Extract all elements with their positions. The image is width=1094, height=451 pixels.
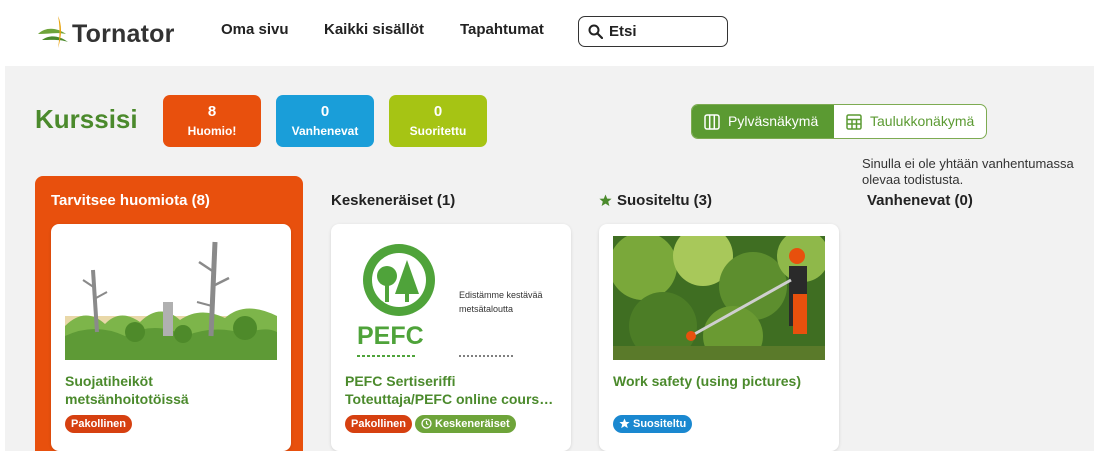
column-title-recommended: Suositeltu (3) [617,192,713,209]
forest-illustration [65,236,277,360]
top-header: Tornator Oma sivu Kaikki sisällöt Tapaht… [0,0,1094,66]
columns-icon [704,114,720,130]
empty-state-text: Sinulla ei ole yhtään vanhentumassa olev… [862,156,1092,188]
view-toggle: Pylväsnäkymä Taulukkonäkymä [691,104,987,139]
column-view-button[interactable]: Pylväsnäkymä [692,105,834,138]
card-title-line1: PEFC Sertiseriffi [345,373,456,389]
stat-huomio-label: Huomio! [187,124,237,138]
stat-huomio[interactable]: 8 Huomio! [163,95,261,147]
stat-suoritettu-label: Suoritettu [409,124,467,138]
star-icon [599,194,612,206]
logo-text: Tornator [72,20,175,48]
stat-suoritettu[interactable]: 0 Suoritettu [389,95,487,147]
stat-vanhenevat[interactable]: 0 Vanhenevat [276,95,374,147]
nav-kaikki-sisallot[interactable]: Kaikki sisällöt [324,21,424,38]
search-box[interactable] [578,16,728,47]
pefc-logo-text: PEFC [357,322,424,350]
badge-mandatory: Pakollinen [65,415,133,433]
badge-recommended-label: Suositeltu [633,418,687,430]
empty-state-line2: olevaa todistusta. [862,172,964,187]
course-card[interactable]: PEFC Edistämme kestävää metsätaloutta PE… [331,224,571,451]
pefc-logo-image: PEFC Edistämme kestävää metsätaloutta [345,236,557,360]
badge-recommended: Suositeltu [613,415,693,433]
card-title-line2: metsänhoitotöissä [65,391,189,407]
page-title: Kurssisi [35,104,138,134]
leaf-logo-icon [38,16,68,48]
column-view-label: Pylväsnäkymä [728,113,819,129]
tornator-logo[interactable]: Tornator [36,12,196,52]
badge-in-progress-label: Keskeneräiset [435,418,510,430]
card-title-line2: Toteuttaja/PEFC online cours… [345,391,554,407]
course-card[interactable]: Work safety (using pictures) Suositeltu [599,224,839,451]
stat-suoritettu-value: 0 [433,103,443,120]
search-input[interactable] [609,21,721,42]
star-icon [619,418,630,429]
column-title: Tarvitsee huomiota (8) [51,192,210,209]
empty-state-line1: Sinulla ei ole yhtään vanhentumassa [862,156,1074,171]
search-icon [588,24,603,39]
table-icon [846,114,862,130]
nav-tapahtumat[interactable]: Tapahtumat [460,21,544,38]
course-card[interactable]: Suojatiheiköt metsänhoitotöissä Pakollin… [51,224,291,451]
main-content: Kurssisi 8 Huomio! 0 Vanhenevat 0 Suorit… [5,66,1094,451]
card-title-line1: Suojatiheiköt [65,373,153,389]
stat-vanhenevat-label: Vanhenevat [291,124,359,138]
brushcutter-photo [613,236,825,360]
clock-icon [421,418,432,429]
card-title-line1: Work safety (using pictures) [613,373,802,389]
column-needs-attention: Tarvitsee huomiota (8) Suojatiheiköt met… [35,176,303,451]
badge-in-progress: Keskeneräiset [415,415,516,433]
table-view-button[interactable]: Taulukkonäkymä [834,105,986,138]
nav-oma-sivu[interactable]: Oma sivu [221,21,289,38]
pefc-slogan-line1: Edistämme kestävää [459,290,543,300]
stat-huomio-value: 8 [207,103,217,120]
table-view-label: Taulukkonäkymä [870,113,975,129]
column-title-in-progress: Keskeneräiset (1) [331,192,456,209]
badge-mandatory: Pakollinen [345,415,413,433]
pefc-slogan-line2: metsätaloutta [459,304,513,314]
stat-vanhenevat-value: 0 [320,103,330,120]
column-title-expiring: Vanhenevat (0) [867,192,973,209]
